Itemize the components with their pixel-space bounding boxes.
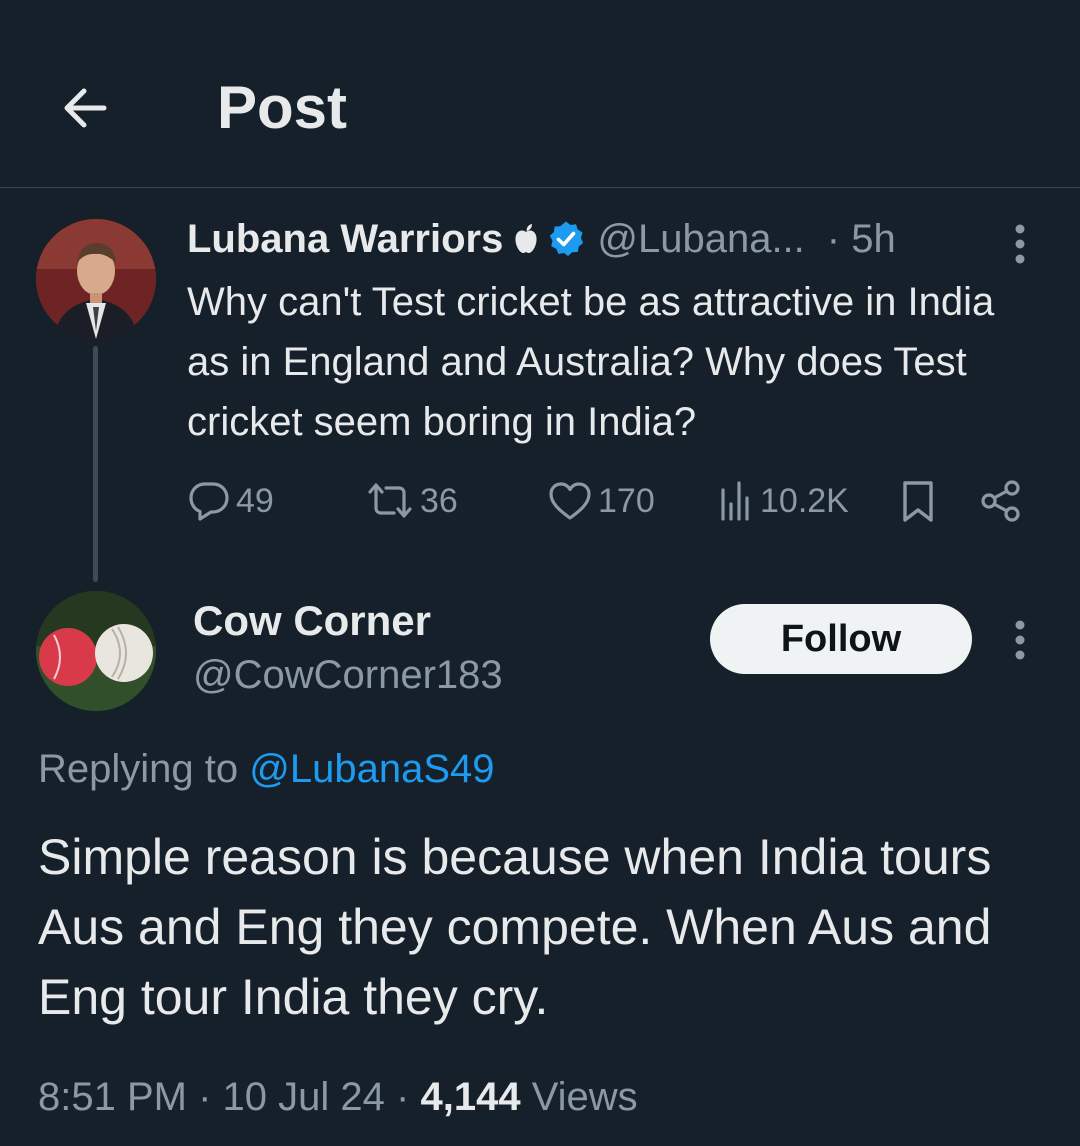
reply-icon	[189, 482, 229, 521]
views-total: 4,144	[420, 1075, 521, 1119]
post-time[interactable]: · 5h	[827, 214, 896, 264]
repost-count: 36	[420, 481, 458, 520]
separator: ·	[396, 1075, 410, 1119]
action-bar: 49 36 170 10.2K	[186, 476, 1026, 526]
views-button[interactable]: 10.2K	[716, 476, 849, 526]
bookmark-button[interactable]	[898, 476, 938, 526]
author-avatar[interactable]	[36, 219, 156, 339]
post-text: Why can't Test cricket be as attractive …	[187, 280, 995, 444]
separator: ·	[198, 1075, 212, 1119]
back-arrow-icon	[64, 88, 107, 128]
reply-author-name[interactable]: Cow Corner	[193, 596, 431, 646]
reply-button[interactable]: 49	[186, 476, 274, 526]
share-icon	[981, 480, 1020, 522]
repost-button[interactable]: 36	[364, 476, 458, 526]
profile-photo	[36, 219, 156, 339]
top-bar: Post	[0, 0, 1080, 188]
reply-count: 49	[236, 481, 274, 520]
mention-link[interactable]: @LubanaS49	[249, 747, 494, 791]
reply-author-avatar[interactable]	[36, 591, 156, 711]
post-metadata: 8:51 PM · 10 Jul 24 · 4,144 Views	[38, 1072, 638, 1122]
reply-more-options-button[interactable]	[1004, 618, 1036, 662]
more-icon	[1015, 620, 1025, 660]
profile-photo	[36, 591, 156, 711]
page-title: Post	[217, 74, 348, 141]
thread-connector	[93, 346, 98, 582]
post-timestamp[interactable]: 8:51 PM	[38, 1075, 187, 1119]
replying-to: Replying to @LubanaS49	[38, 744, 495, 794]
repost-icon	[368, 483, 412, 518]
apple-icon	[513, 223, 539, 255]
more-options-button[interactable]	[1004, 222, 1036, 266]
back-button[interactable]	[52, 76, 116, 140]
more-icon	[1015, 224, 1025, 264]
views-icon	[721, 481, 749, 521]
author-name[interactable]: Lubana Warriors	[187, 214, 503, 264]
follow-button[interactable]: Follow	[710, 604, 972, 674]
replying-to-label: Replying to	[38, 747, 239, 791]
bookmark-icon	[903, 481, 933, 522]
author-handle[interactable]: @Lubana...	[597, 214, 804, 264]
views-label: Views	[531, 1075, 638, 1119]
reply-text: Simple reason is because when India tour…	[38, 829, 992, 1025]
views-count: 10.2K	[760, 481, 849, 520]
reply-author-handle[interactable]: @CowCorner183	[193, 650, 503, 700]
post-header: Lubana Warriors @Lubana... · 5h	[187, 214, 896, 264]
like-button[interactable]: 170	[546, 476, 655, 526]
post-date[interactable]: 10 Jul 24	[223, 1075, 385, 1119]
share-button[interactable]	[978, 476, 1024, 526]
like-count: 170	[598, 481, 655, 520]
like-icon	[549, 482, 591, 520]
verified-badge-icon	[547, 220, 585, 258]
